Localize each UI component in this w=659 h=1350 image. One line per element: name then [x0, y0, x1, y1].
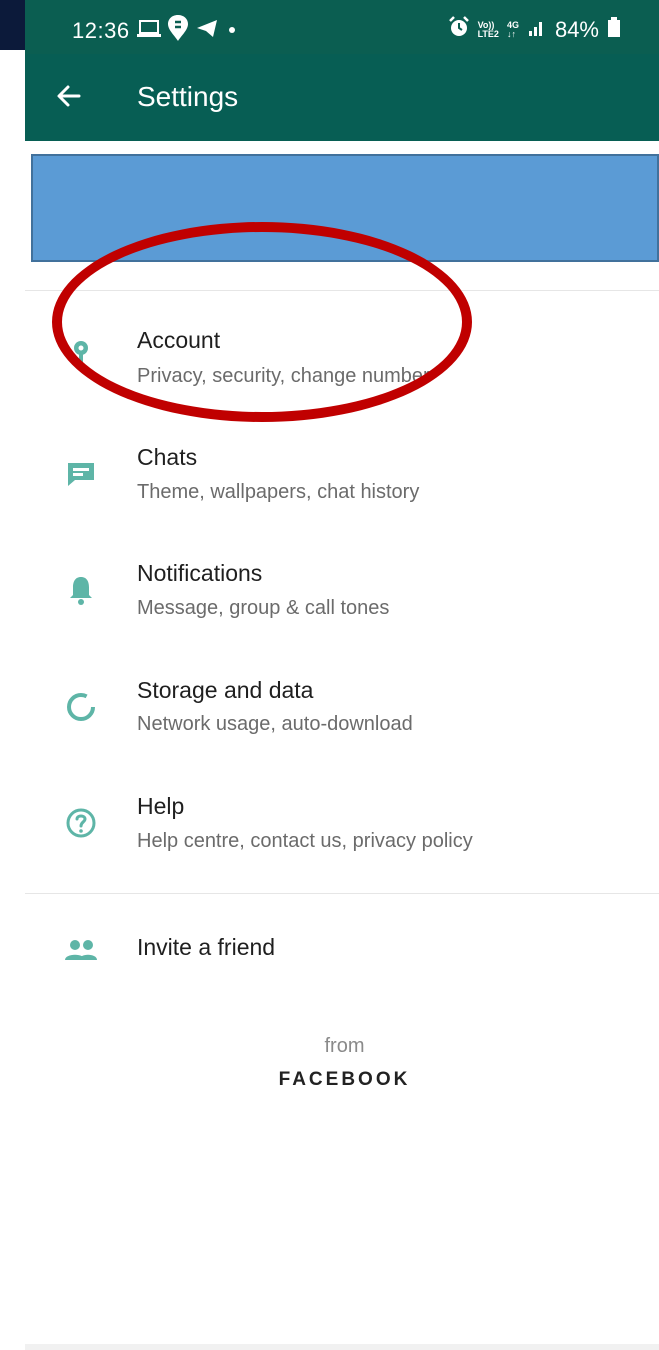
profile-redaction-box[interactable] [31, 154, 659, 262]
invite-friend-item[interactable]: Invite a friend [25, 898, 659, 998]
settings-item-subtitle: Help centre, contact us, privacy policy [137, 830, 473, 852]
back-button[interactable] [49, 78, 89, 118]
battery-percent: 84% [554, 17, 599, 42]
chat-icon [61, 454, 101, 494]
divider [25, 290, 659, 291]
settings-item-title: Account [137, 327, 221, 353]
settings-item-help[interactable]: Help Help centre, contact us, privacy po… [25, 766, 659, 876]
help-icon [61, 803, 101, 843]
settings-item-subtitle: Message, group & call tones [137, 597, 390, 619]
settings-item-account[interactable]: Account Privacy, security, change number [25, 300, 659, 410]
signal-icon [527, 17, 547, 43]
settings-item-subtitle: Privacy, security, change number [137, 365, 430, 387]
settings-item-title: Chats [137, 444, 198, 470]
settings-item-chats[interactable]: Chats Theme, wallpapers, chat history [25, 417, 659, 527]
swiggy-icon [167, 14, 189, 47]
facebook-brand: FACEBOOK [278, 1069, 411, 1090]
page-title: Settings [137, 81, 239, 112]
data-arrows-icon: ↓↑ [506, 29, 516, 39]
invite-friend-label: Invite a friend [137, 934, 276, 960]
settings-item-title: Notifications [137, 560, 263, 586]
divider [25, 893, 659, 894]
from-label: from [324, 1035, 365, 1057]
settings-item-subtitle: Network usage, auto-download [137, 713, 413, 735]
telegram-icon [195, 17, 219, 44]
volte-indicator: Vo)) LTE2 [478, 21, 499, 39]
bell-icon [61, 570, 101, 610]
status-bar: 12:36 Vo)) LTE2 4G ↓↑ 84% [25, 0, 659, 54]
settings-item-notifications[interactable]: Notifications Message, group & call tone… [25, 533, 659, 643]
settings-item-title: Storage and data [137, 677, 314, 703]
status-right: Vo)) LTE2 4G ↓↑ 84% [448, 16, 621, 44]
app-bar: Settings [25, 54, 659, 141]
dot-icon [225, 17, 239, 44]
settings-item-subtitle: Theme, wallpapers, chat history [137, 481, 420, 503]
status-time: 12:36 [72, 18, 130, 43]
network-indicator: 4G ↓↑ [507, 21, 519, 39]
settings-item-title: Help [137, 793, 185, 819]
settings-item-storage[interactable]: Storage and data Network usage, auto-dow… [25, 650, 659, 760]
bottom-edge [25, 1344, 659, 1350]
arrow-left-icon [55, 82, 83, 115]
people-icon [61, 930, 101, 970]
storage-icon [61, 687, 101, 727]
alarm-icon [448, 16, 470, 44]
battery-icon [607, 16, 621, 44]
lte-label: LTE2 [477, 29, 499, 39]
laptop-icon [137, 17, 161, 44]
status-notification-icons [137, 14, 239, 47]
corner-accent [0, 0, 25, 50]
key-icon [61, 332, 101, 372]
